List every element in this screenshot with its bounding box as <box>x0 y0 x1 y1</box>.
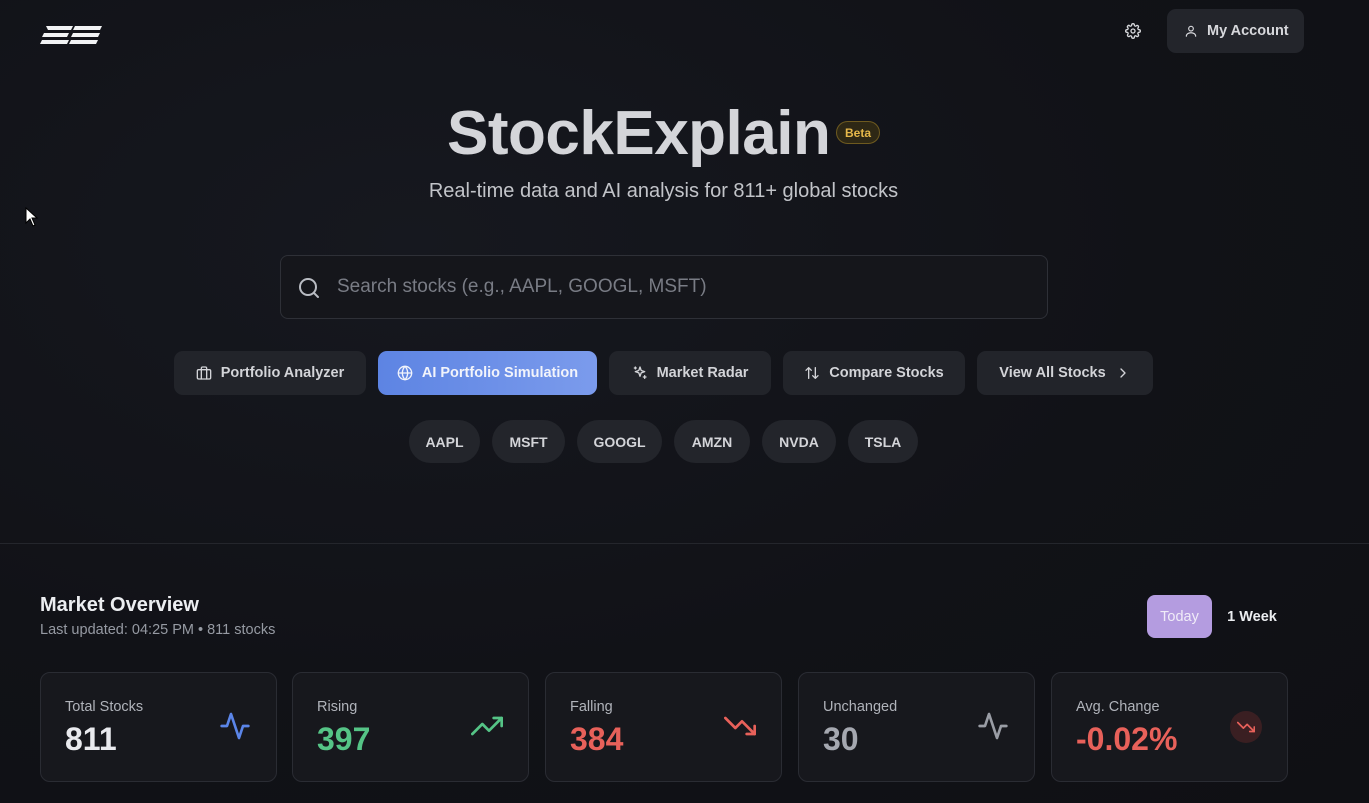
activity-icon <box>976 709 1010 743</box>
gear-icon <box>1125 23 1141 39</box>
chevron-right-icon <box>1120 368 1126 378</box>
ticker-chip-amzn[interactable]: AMZN <box>674 420 750 463</box>
portfolio-analyzer-button[interactable]: Portfolio Analyzer <box>174 351 366 395</box>
stat-label: Rising <box>317 699 358 715</box>
logo[interactable] <box>40 24 104 46</box>
stat-card-falling: Falling 384 <box>545 672 782 782</box>
market-radar-button[interactable]: Market Radar <box>609 351 771 395</box>
section-divider <box>0 543 1369 544</box>
portfolio-analyzer-label: Portfolio Analyzer <box>220 365 345 381</box>
stat-card-unchanged: Unchanged 30 <box>798 672 1035 782</box>
compare-stocks-button[interactable]: Compare Stocks <box>783 351 965 395</box>
stat-card-total-stocks: Total Stocks 811 <box>40 672 277 782</box>
arrows-up-down-icon <box>805 367 819 379</box>
trending-down-icon <box>1230 711 1262 743</box>
view-all-stocks-label: View All Stocks <box>999 365 1106 381</box>
stat-value: 30 <box>823 721 859 757</box>
stat-value: 384 <box>570 721 624 757</box>
stat-card-rising: Rising 397 <box>292 672 529 782</box>
stat-value: 811 <box>65 721 117 757</box>
stat-label: Unchanged <box>823 699 898 715</box>
market-radar-label: Market Radar <box>656 365 749 381</box>
period-today-button[interactable]: Today <box>1147 595 1212 638</box>
stat-label: Falling <box>570 699 613 715</box>
last-updated-text: Last updated: 04:25 PM • 811 stocks <box>40 622 276 638</box>
search-input[interactable] <box>337 256 1037 318</box>
ai-portfolio-simulation-label: AI Portfolio Simulation <box>421 365 579 381</box>
search-icon <box>299 278 319 298</box>
settings-button[interactable] <box>1119 17 1147 45</box>
ticker-chip-aapl[interactable]: AAPL <box>409 420 480 463</box>
mouse-cursor-icon <box>25 207 39 227</box>
my-account-label: My Account <box>1207 23 1289 39</box>
ticker-chip-msft[interactable]: MSFT <box>492 420 565 463</box>
stat-value: 397 <box>317 721 371 757</box>
market-overview-title: Market Overview <box>40 594 199 616</box>
stat-label: Total Stocks <box>65 699 144 715</box>
search-bar[interactable] <box>280 255 1048 319</box>
stat-label: Avg. Change <box>1076 699 1160 715</box>
sparkles-icon <box>633 366 647 379</box>
trending-down-icon <box>723 709 757 743</box>
logo-mark <box>40 26 102 44</box>
popular-tickers: AAPL MSFT GOOGL AMZN NVDA TSLA <box>0 420 1369 463</box>
my-account-button[interactable]: My Account <box>1167 9 1304 53</box>
hero-subtitle: Real-time data and AI analysis for 811+ … <box>428 180 899 202</box>
stat-card-avg-change: Avg. Change -0.02% <box>1051 672 1288 782</box>
compare-stocks-label: Compare Stocks <box>829 365 944 381</box>
page-title: StockExplain <box>447 99 831 168</box>
stat-value: -0.02% <box>1076 721 1178 757</box>
activity-icon <box>218 709 252 743</box>
user-icon <box>1185 25 1197 37</box>
trending-up-icon <box>470 709 504 743</box>
beta-badge: Beta <box>836 121 880 144</box>
action-bar: Portfolio Analyzer AI Portfolio Simulati… <box>0 351 1369 395</box>
ticker-chip-tsla[interactable]: TSLA <box>848 420 918 463</box>
ticker-chip-googl[interactable]: GOOGL <box>577 420 662 463</box>
briefcase-icon <box>196 366 212 380</box>
ticker-chip-nvda[interactable]: NVDA <box>762 420 836 463</box>
view-all-stocks-button[interactable]: View All Stocks <box>977 351 1153 395</box>
period-week-button[interactable]: 1 Week <box>1220 595 1284 638</box>
globe-icon <box>397 365 413 381</box>
ai-portfolio-simulation-button[interactable]: AI Portfolio Simulation <box>378 351 597 395</box>
